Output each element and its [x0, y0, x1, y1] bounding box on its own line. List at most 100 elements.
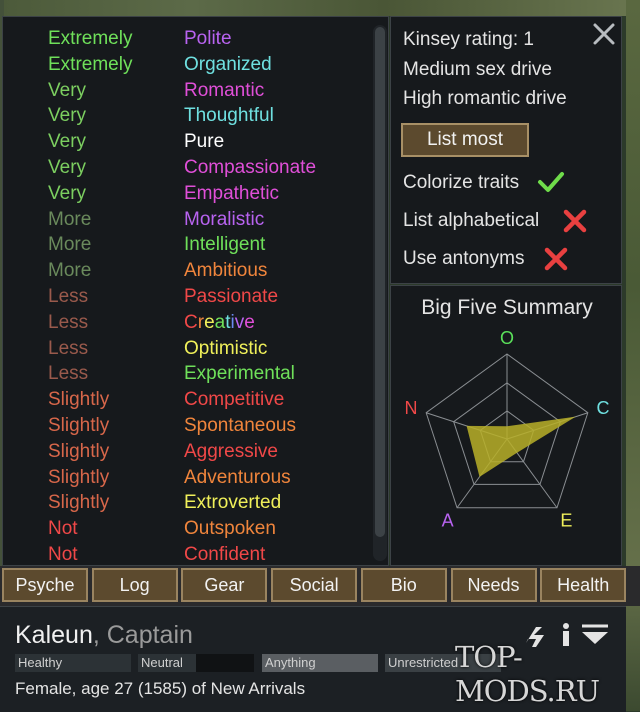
- check-icon[interactable]: [537, 168, 565, 196]
- food-restriction-button[interactable]: Anything: [262, 654, 378, 672]
- radar-label-c: C: [597, 398, 610, 418]
- trait-degree: Very: [48, 182, 87, 204]
- trait-degree: Extremely: [48, 28, 133, 49]
- romantic-drive: High romantic drive: [403, 88, 567, 109]
- radar-value-area: [466, 416, 576, 477]
- trait-name: Adventurous: [184, 466, 291, 488]
- trait-degree: Very: [48, 79, 87, 101]
- trait-row[interactable]: Slightly Competitive: [3, 387, 373, 413]
- trait-degree: Extremely: [48, 53, 133, 75]
- trait-name: Passionate: [184, 286, 279, 307]
- trait-row[interactable]: Not Outspoken: [3, 516, 373, 542]
- mood-bar[interactable]: Neutral: [138, 654, 196, 672]
- kinsey-rating: Kinsey rating: 1: [403, 29, 534, 50]
- big-five-radar-chart: O C E A N: [404, 328, 610, 531]
- trait-name: Pure: [184, 131, 225, 153]
- trait-name: Optimistic: [184, 337, 268, 359]
- list-most-button[interactable]: List most: [401, 123, 529, 157]
- tab-gear[interactable]: Gear: [181, 568, 268, 602]
- close-icon[interactable]: [589, 19, 619, 49]
- trait-degree: Very: [48, 105, 87, 127]
- map-background-top: [0, 0, 640, 16]
- tab-social[interactable]: Social: [271, 568, 358, 602]
- trait-row[interactable]: Less Creative: [3, 310, 373, 336]
- trait-degree: Slightly: [48, 440, 110, 462]
- trait-name: Experimental: [184, 363, 295, 385]
- pawn-name: Kaleun, Captain: [15, 621, 193, 650]
- sex-drive: Medium sex drive: [403, 59, 552, 80]
- trait-degree: Slightly: [48, 492, 110, 514]
- trait-name: Spontaneous: [184, 415, 296, 436]
- trait-row[interactable]: Extremely Polite: [3, 26, 373, 52]
- trait-name: Compassionate: [184, 157, 317, 178]
- trait-row[interactable]: Very Compassionate: [3, 155, 373, 181]
- pawn-description: Female, age 27 (1585) of New Arrivals: [15, 679, 306, 698]
- trait-degree: Slightly: [48, 415, 110, 436]
- tab-bio[interactable]: Bio: [360, 568, 447, 602]
- trait-row[interactable]: Slightly Adventurous: [3, 465, 373, 491]
- trait-degree: Not: [48, 518, 78, 540]
- tab-needs[interactable]: Needs: [450, 568, 537, 602]
- trait-row[interactable]: Very Romantic: [3, 78, 373, 104]
- trait-row[interactable]: More Intelligent: [3, 232, 373, 258]
- list-alphabetical-label: List alphabetical: [403, 210, 540, 231]
- watermark: TOP-MODS.RU: [455, 640, 600, 708]
- cross-icon[interactable]: [542, 245, 570, 273]
- trait-degree: Slightly: [48, 466, 110, 488]
- trait-degree: Less: [48, 286, 89, 307]
- trait-row[interactable]: Extremely Organized: [3, 52, 373, 78]
- trait-row[interactable]: Very Empathetic: [3, 181, 373, 207]
- trait-row[interactable]: Less Passionate: [3, 284, 373, 310]
- trait-name: Extroverted: [184, 492, 282, 514]
- pawn-first-name: Kaleun: [15, 621, 93, 649]
- trait-name: Thoughtful: [184, 105, 274, 127]
- scrollbar-thumb[interactable]: [375, 27, 385, 537]
- trait-row[interactable]: Slightly Extroverted: [3, 490, 373, 516]
- trait-degree: Slightly: [48, 389, 110, 411]
- big-five-title: Big Five Summary: [421, 296, 593, 319]
- cross-icon[interactable]: [561, 207, 589, 235]
- tab-log[interactable]: Log: [91, 568, 178, 602]
- trait-name: Confident: [184, 544, 266, 565]
- tab-psyche[interactable]: Psyche: [2, 568, 88, 602]
- trait-degree: Less: [48, 311, 89, 333]
- psyche-settings-panel: Kinsey rating: 1 Medium sex drive High r…: [390, 16, 622, 284]
- tab-bar: Psyche Log Gear Social Bio Needs Health: [0, 566, 640, 606]
- trait-degree: More: [48, 234, 92, 256]
- trait-row[interactable]: Slightly Spontaneous: [3, 413, 373, 439]
- radar-label-a: A: [442, 511, 454, 531]
- trait-degree: Very: [48, 131, 87, 153]
- health-bar[interactable]: Healthy: [15, 654, 131, 672]
- trait-name: Outspoken: [184, 518, 276, 540]
- radar-label-n: N: [404, 398, 417, 418]
- trait-row[interactable]: Very Thoughtful: [3, 103, 373, 129]
- colorize-traits-label: Colorize traits: [403, 172, 520, 193]
- trait-row[interactable]: Less Optimistic: [3, 336, 373, 362]
- trait-row[interactable]: More Ambitious: [3, 258, 373, 284]
- trait-degree: More: [48, 208, 92, 230]
- trait-row[interactable]: Less Experimental: [3, 361, 373, 387]
- trait-row[interactable]: Very Pure: [3, 129, 373, 155]
- big-five-panel: Big Five Summary O C E A N: [390, 285, 622, 566]
- use-antonyms-label: Use antonyms: [403, 248, 525, 269]
- trait-name: Ambitious: [184, 260, 268, 282]
- trait-name: Romantic: [184, 79, 265, 101]
- trait-name: Intelligent: [184, 234, 266, 256]
- radar-label-e: E: [560, 511, 572, 531]
- trait-name: Competitive: [184, 389, 285, 411]
- trait-degree: More: [48, 260, 92, 282]
- trait-name: Moralistic: [184, 208, 265, 230]
- trait-name: Polite: [184, 28, 232, 49]
- trait-row[interactable]: Not Confident: [3, 542, 373, 565]
- traits-list-panel[interactable]: Extremely Polite Extremely Organized Very Rom…: [2, 16, 389, 566]
- trait-name: Empathetic: [184, 182, 280, 204]
- trait-degree: Not: [48, 544, 78, 565]
- trait-name: Organized: [184, 53, 272, 75]
- trait-row[interactable]: Slightly Aggressive: [3, 439, 373, 465]
- trait-degree: Less: [48, 337, 89, 359]
- pawn-title: , Captain: [92, 621, 193, 649]
- tab-health[interactable]: Health: [540, 568, 627, 602]
- radar-label-o: O: [500, 328, 514, 348]
- trait-name: Creative: [184, 311, 255, 333]
- trait-row[interactable]: More Moralistic: [3, 207, 373, 233]
